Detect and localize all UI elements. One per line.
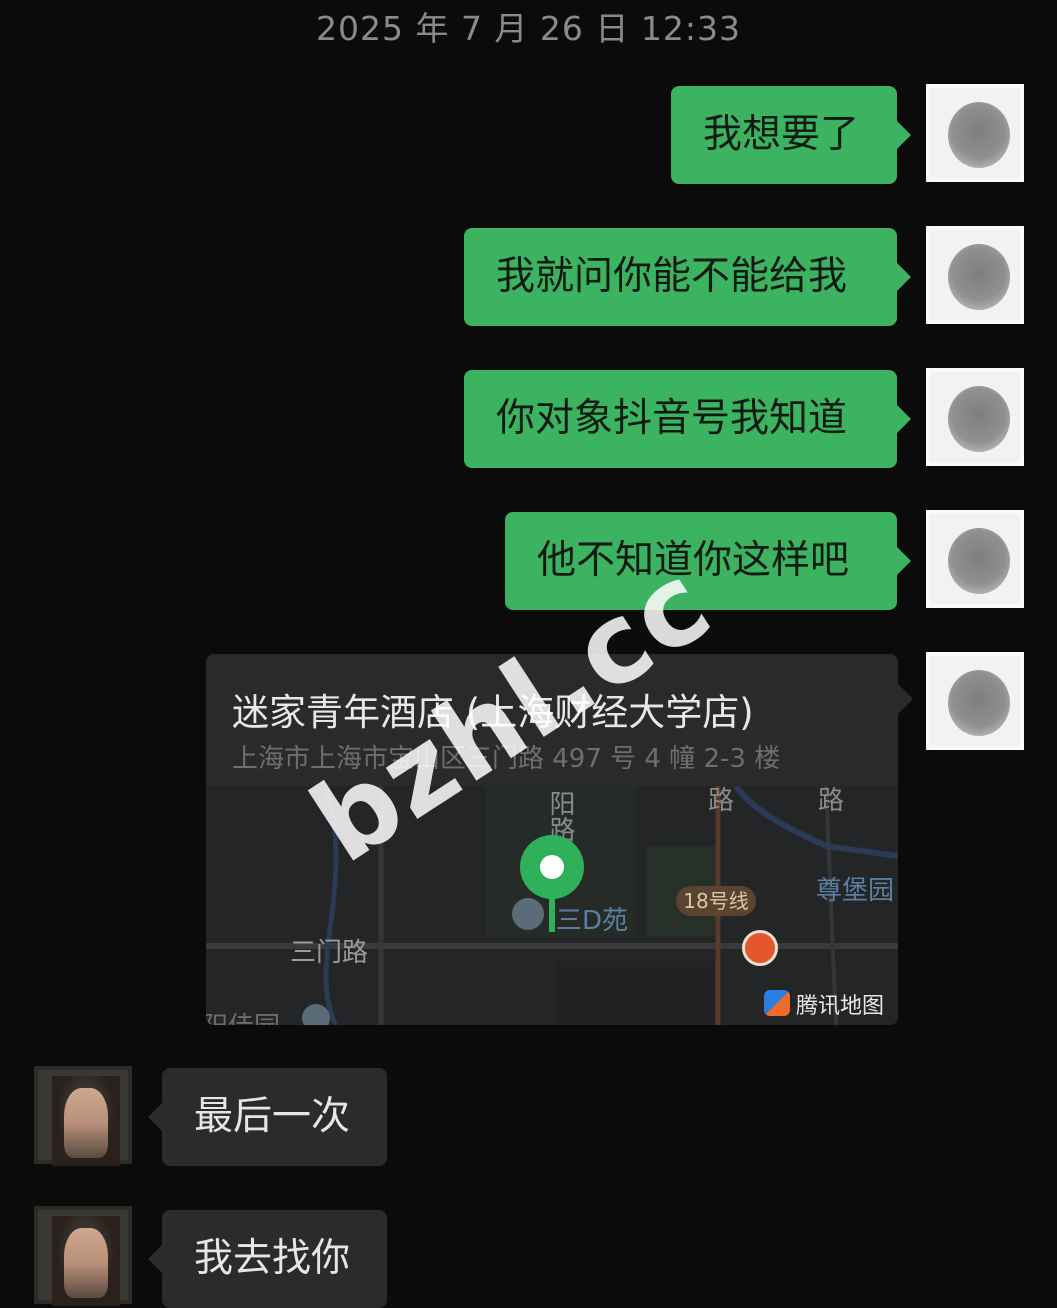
person-avatar-icon [948,102,1010,168]
my-avatar[interactable] [926,510,1024,608]
message-bubble-sent[interactable]: 我就问你能不能给我 [464,228,911,326]
map-area-label: 阳佳园 [206,1006,280,1025]
location-card-tail [898,684,913,714]
construction-icon [742,930,778,966]
my-avatar[interactable] [926,368,1024,466]
contact-avatar[interactable] [34,1066,132,1166]
message-bubble-sent[interactable]: 你对象抖音号我知道 [464,370,911,468]
message-bubble-received[interactable]: 我去找你 [148,1210,387,1308]
my-avatar[interactable] [926,652,1024,750]
map-pin-icon [520,835,584,932]
map-road-label: 三门路 [290,938,369,968]
message-bubble-received[interactable]: 最后一次 [148,1068,387,1166]
person-avatar-icon [948,244,1010,310]
person-avatar-icon [64,1088,108,1158]
map-road-label: 路 [818,786,845,816]
chat-timestamp: 2025 年 7 月 26 日 12:33 [315,9,741,48]
message-bubble-sent[interactable]: 我想要了 [671,86,911,184]
person-avatar-icon [948,528,1010,594]
contact-avatar[interactable] [34,1206,132,1306]
map-provider-label: 腾讯地图 [796,994,885,1019]
person-avatar-icon [948,670,1010,736]
my-avatar[interactable] [926,226,1024,324]
person-avatar-icon [948,386,1010,452]
map-preview[interactable]: 阳路 路 路 三D苑 尊堡园 三门路 阳佳园 18号线 腾讯地图 [206,786,898,1025]
person-avatar-icon [64,1228,108,1298]
map-road-label: 路 [708,786,735,816]
poi-icon [302,1004,330,1025]
my-avatar[interactable] [926,84,1024,182]
metro-line-badge: 18号线 [676,886,756,916]
tencent-map-logo-icon [764,990,790,1016]
map-area-label: 尊堡园 [816,876,895,906]
